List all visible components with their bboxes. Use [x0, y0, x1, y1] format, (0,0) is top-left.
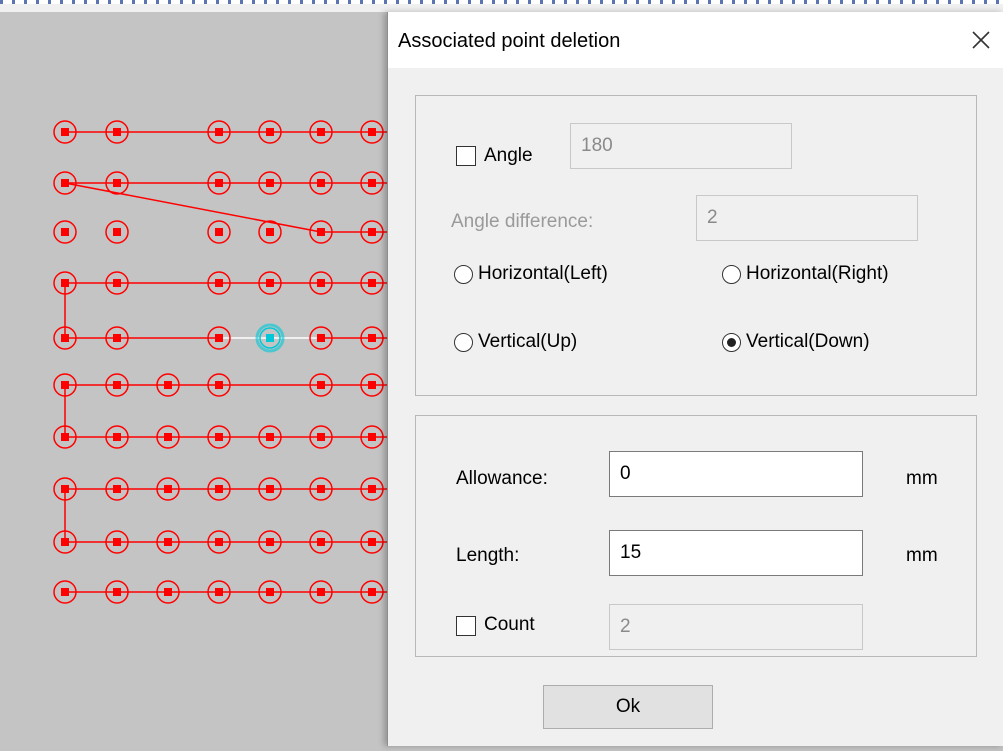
angle-input[interactable]	[570, 123, 792, 169]
point-marker	[368, 334, 376, 342]
point-marker	[215, 433, 223, 441]
point-marker	[164, 381, 172, 389]
point-marker	[317, 485, 325, 493]
point-marker	[368, 381, 376, 389]
point-marker	[368, 228, 376, 236]
drawing-canvas[interactable]	[0, 12, 390, 746]
length-label: Length:	[456, 545, 520, 566]
vertical-down-radio[interactable]	[722, 333, 741, 352]
vertical-up-radio[interactable]	[454, 333, 473, 352]
allowance-label: Allowance:	[456, 468, 548, 489]
point-marker	[215, 334, 223, 342]
angle-difference-label: Angle difference:	[451, 211, 594, 232]
point-marker	[164, 485, 172, 493]
point-marker	[61, 538, 69, 546]
ok-button[interactable]: Ok	[543, 685, 713, 729]
point-marker	[164, 588, 172, 596]
point-marker	[317, 588, 325, 596]
point-marker	[113, 381, 121, 389]
point-marker	[61, 485, 69, 493]
allowance-input[interactable]	[609, 451, 863, 497]
point-marker	[215, 179, 223, 187]
vertical-up-label: Vertical(Up)	[478, 331, 578, 352]
point-marker	[368, 588, 376, 596]
angle-label: Angle	[484, 145, 533, 166]
parameters-group: Allowance: mm Length: mm Count	[415, 415, 977, 657]
point-marker	[266, 588, 274, 596]
point-marker	[215, 538, 223, 546]
point-marker	[317, 279, 325, 287]
point-marker	[61, 179, 69, 187]
allowance-unit: mm	[906, 468, 938, 489]
point-marker	[61, 279, 69, 287]
point-marker	[317, 179, 325, 187]
horizontal-right-label: Horizontal(Right)	[746, 263, 889, 284]
point-marker	[266, 538, 274, 546]
point-marker	[164, 433, 172, 441]
selected-point	[266, 334, 274, 342]
point-marker	[113, 538, 121, 546]
point-marker	[266, 228, 274, 236]
point-marker	[368, 485, 376, 493]
vertical-down-label: Vertical(Down)	[746, 331, 870, 352]
point-marker	[317, 381, 325, 389]
point-marker	[368, 538, 376, 546]
count-input[interactable]	[609, 604, 863, 650]
point-marker	[368, 128, 376, 136]
horizontal-right-radio[interactable]	[722, 265, 741, 284]
point-marker	[61, 128, 69, 136]
point-grid[interactable]	[0, 12, 390, 746]
point-marker	[368, 179, 376, 187]
point-marker	[215, 485, 223, 493]
count-label: Count	[484, 614, 535, 635]
point-marker	[317, 334, 325, 342]
point-marker	[215, 279, 223, 287]
point-marker	[266, 279, 274, 287]
close-icon	[972, 31, 990, 49]
point-marker	[113, 485, 121, 493]
point-marker	[61, 334, 69, 342]
length-unit: mm	[906, 545, 938, 566]
horizontal-left-label: Horizontal(Left)	[478, 263, 608, 284]
direction-group: Angle Angle difference: Horizontal(Left)…	[415, 95, 977, 396]
point-marker	[113, 279, 121, 287]
point-marker	[317, 128, 325, 136]
point-marker	[113, 179, 121, 187]
point-marker	[317, 228, 325, 236]
point-marker	[215, 128, 223, 136]
point-marker	[368, 433, 376, 441]
point-marker	[61, 433, 69, 441]
associated-point-deletion-dialog: Associated point deletion Angle Angle di…	[387, 12, 1003, 746]
point-marker	[61, 381, 69, 389]
point-marker	[266, 179, 274, 187]
angle-difference-input[interactable]	[696, 195, 918, 241]
point-marker	[266, 433, 274, 441]
ruler-ticks	[0, 0, 1003, 4]
dialog-titlebar: Associated point deletion	[388, 12, 1003, 68]
point-marker	[317, 538, 325, 546]
point-marker	[113, 433, 121, 441]
point-marker	[164, 538, 172, 546]
point-marker	[113, 228, 121, 236]
point-marker	[317, 433, 325, 441]
close-button[interactable]	[958, 18, 1003, 62]
point-marker	[215, 588, 223, 596]
angle-checkbox[interactable]	[456, 146, 476, 166]
count-checkbox[interactable]	[456, 616, 476, 636]
length-input[interactable]	[609, 530, 863, 576]
point-marker	[368, 279, 376, 287]
top-ruler	[0, 0, 1003, 12]
point-marker	[215, 228, 223, 236]
point-marker	[61, 228, 69, 236]
point-marker	[113, 588, 121, 596]
point-marker	[215, 381, 223, 389]
point-marker	[113, 334, 121, 342]
dialog-title: Associated point deletion	[398, 30, 621, 52]
point-marker	[61, 588, 69, 596]
connection-line	[64, 182, 322, 233]
point-marker	[266, 128, 274, 136]
point-marker	[266, 485, 274, 493]
point-marker	[113, 128, 121, 136]
horizontal-left-radio[interactable]	[454, 265, 473, 284]
